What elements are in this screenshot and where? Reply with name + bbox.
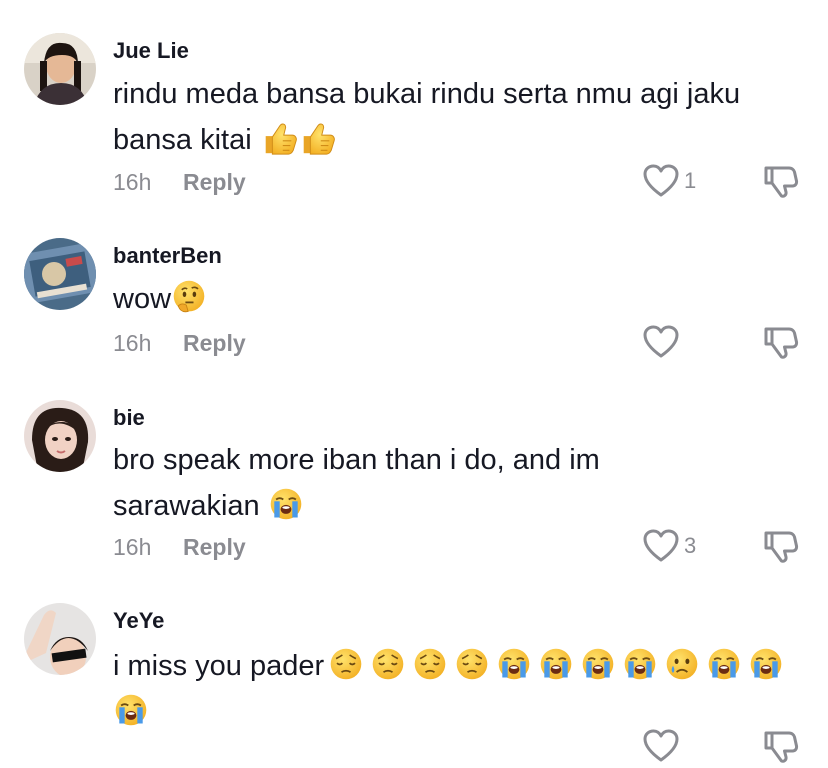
comment-text-line: bro speak more iban than i do, and im — [113, 444, 600, 476]
dislike-button[interactable] — [763, 325, 799, 364]
username[interactable]: banterBen — [113, 243, 222, 269]
dislike-button[interactable] — [763, 729, 799, 768]
loudly-crying-face-emoji-icon — [622, 646, 658, 682]
like-button[interactable]: 1 — [643, 163, 696, 199]
loudly-crying-face-emoji-icon — [706, 646, 742, 682]
thumbs-down-icon — [764, 531, 799, 563]
comment-text: bro speak more iban than i do, and im sa… — [113, 437, 813, 529]
username[interactable]: Jue Lie — [113, 38, 189, 64]
comment-time: 16h — [113, 169, 152, 195]
loudly-crying-face-emoji-icon — [268, 486, 304, 522]
comment-text: rindu meda bansa bukai rindu serta nmu a… — [113, 71, 813, 163]
like-button[interactable]: 3 — [643, 528, 696, 564]
reply-button[interactable]: Reply — [183, 534, 246, 561]
pensive-face-emoji-icon — [370, 646, 406, 682]
comment-text-line: i miss you pader — [113, 650, 325, 682]
comment-text-line: sarawakian — [113, 490, 260, 522]
thinking-face-emoji-icon — [171, 279, 207, 315]
comment-text-line: wow — [113, 283, 172, 315]
pensive-face-emoji-icon — [412, 646, 448, 682]
avatar[interactable] — [24, 400, 96, 472]
comment-time: 16h — [113, 330, 152, 356]
heart-icon — [643, 164, 679, 197]
loudly-crying-face-emoji-icon — [538, 646, 574, 682]
thumbs-up-emoji-icon — [260, 119, 298, 157]
heart-icon — [643, 325, 679, 358]
heart-icon — [643, 529, 679, 562]
pensive-face-emoji-icon — [454, 646, 490, 682]
username[interactable]: YeYe — [113, 608, 164, 634]
heart-icon — [643, 729, 679, 762]
loudly-crying-face-emoji-icon — [496, 646, 532, 682]
comment-text-line: rindu meda bansa bukai rindu serta nmu a… — [113, 78, 741, 110]
like-button[interactable] — [643, 324, 679, 360]
like-count: 1 — [684, 168, 697, 193]
thumbs-up-emoji-icon — [298, 119, 336, 157]
comment-text: i miss you pader — [113, 643, 813, 735]
avatar[interactable] — [24, 603, 96, 675]
avatar[interactable] — [24, 238, 96, 310]
reply-button[interactable]: Reply — [183, 330, 246, 357]
thumbs-down-icon — [764, 166, 799, 198]
comment-time: 16h — [113, 534, 152, 560]
sad-tear-face-emoji-icon — [664, 646, 700, 682]
loudly-crying-face-emoji-icon — [580, 646, 616, 682]
comment-text-line: bansa kitai — [113, 124, 252, 156]
dislike-button[interactable] — [763, 529, 799, 568]
thumbs-down-icon — [764, 327, 799, 359]
reply-button[interactable]: Reply — [183, 169, 246, 196]
loudly-crying-face-emoji-icon — [748, 646, 784, 682]
thumbs-down-icon — [764, 731, 799, 763]
username[interactable]: bie — [113, 405, 145, 431]
loudly-crying-face-emoji-icon — [113, 692, 149, 728]
dislike-button[interactable] — [763, 164, 799, 203]
like-count: 3 — [684, 533, 697, 558]
like-button[interactable] — [643, 728, 679, 764]
comment-text: wow — [113, 276, 813, 322]
pensive-face-emoji-icon — [328, 646, 364, 682]
avatar[interactable] — [24, 33, 96, 105]
